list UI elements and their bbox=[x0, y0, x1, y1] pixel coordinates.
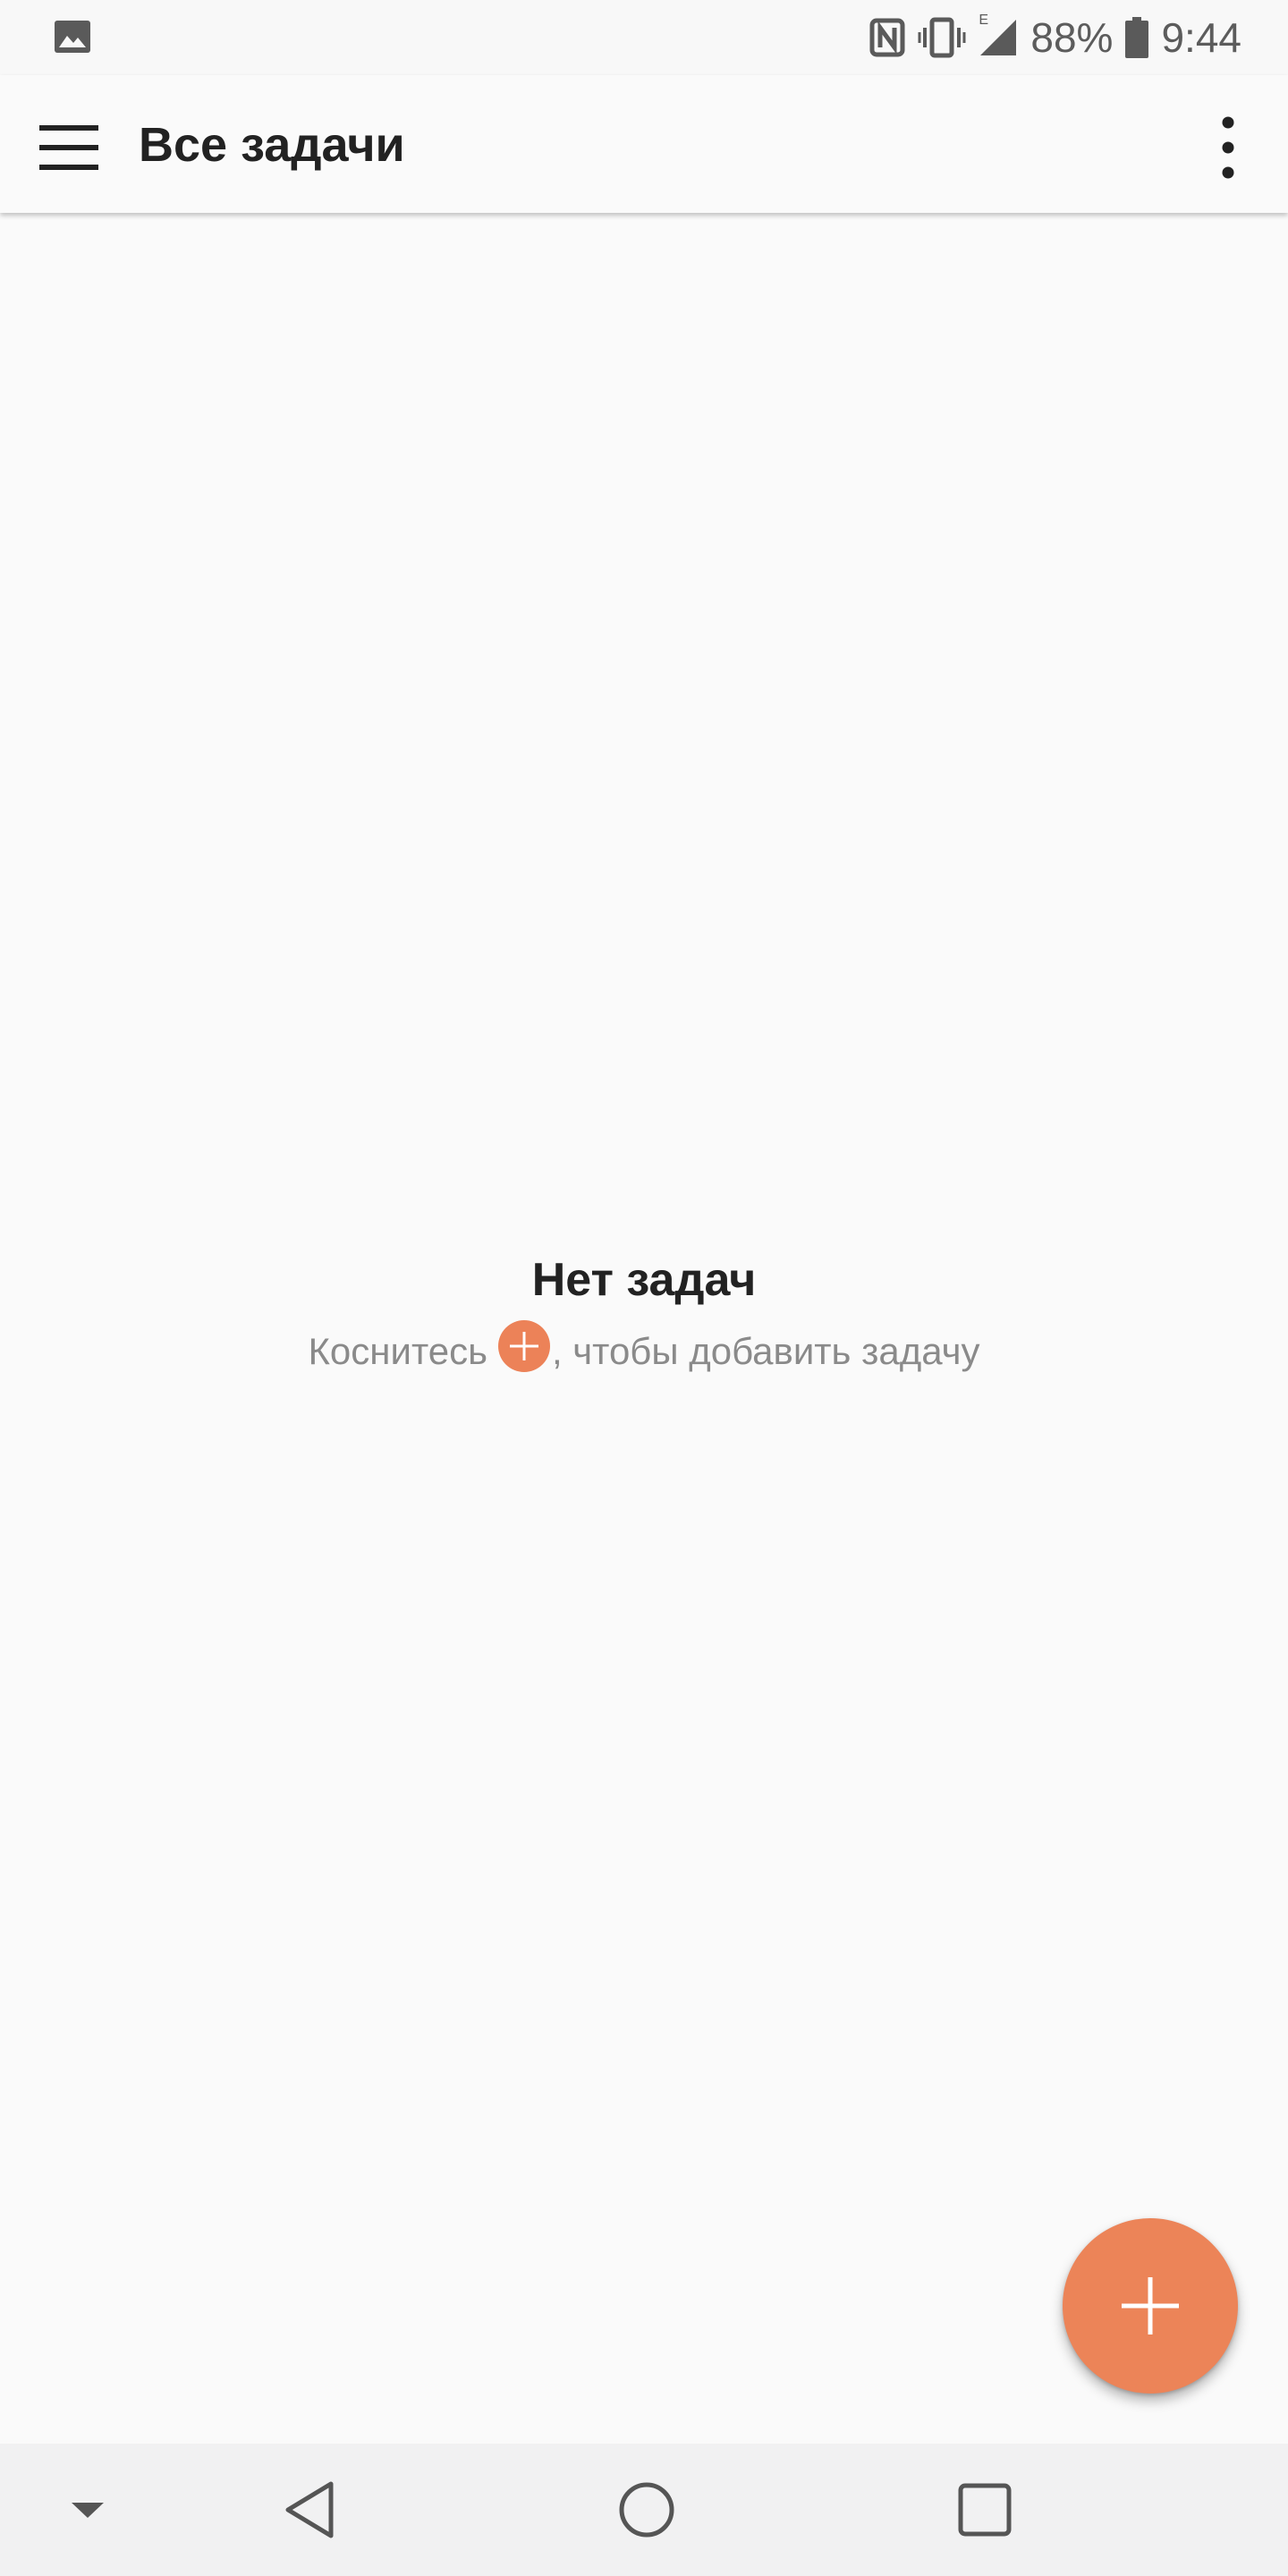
hint-plus-icon bbox=[497, 1320, 550, 1372]
empty-state: Нет задач Коснитесь , чтобы добавить зад… bbox=[0, 1248, 1288, 1378]
empty-state-hint: Коснитесь , чтобы добавить задачу bbox=[0, 1320, 1288, 1378]
recents-icon bbox=[958, 2483, 1012, 2537]
nfc-icon bbox=[869, 18, 905, 57]
home-icon bbox=[619, 2482, 674, 2538]
empty-state-title: Нет задач bbox=[531, 1254, 757, 1306]
network-type-label: E bbox=[979, 13, 989, 28]
toolbar: Все задачи bbox=[0, 75, 1288, 213]
add-task-button[interactable] bbox=[1063, 2218, 1238, 2394]
signal-icon: E bbox=[979, 13, 1018, 57]
status-icons: E 88% 9:44 bbox=[869, 9, 1241, 66]
back-icon bbox=[285, 2481, 334, 2538]
battery-percent: 88% bbox=[1030, 14, 1114, 61]
back-button[interactable] bbox=[265, 2465, 354, 2555]
menu-button[interactable] bbox=[29, 107, 109, 188]
collapse-arrow-icon bbox=[72, 2503, 104, 2518]
navigation-bar bbox=[0, 2444, 1288, 2576]
recents-button[interactable] bbox=[940, 2465, 1030, 2555]
plus-icon bbox=[1122, 2277, 1179, 2334]
collapse-nav-button[interactable] bbox=[43, 2465, 132, 2555]
hamburger-menu-icon bbox=[39, 125, 98, 170]
clock: 9:44 bbox=[1161, 14, 1241, 61]
page-title: Все задачи bbox=[139, 118, 405, 172]
screen: E 88% 9:44 Все задачи Нет задач Коснитес… bbox=[0, 0, 1288, 2576]
overflow-menu-button[interactable] bbox=[1188, 107, 1268, 188]
home-button[interactable] bbox=[602, 2465, 691, 2555]
gallery-notification-icon bbox=[54, 20, 91, 54]
more-vert-icon bbox=[1222, 116, 1234, 179]
status-bar: E 88% 9:44 bbox=[0, 0, 1288, 75]
hint-text-before: Коснитесь bbox=[308, 1330, 487, 1372]
vibrate-icon bbox=[918, 17, 966, 58]
battery-icon bbox=[1125, 17, 1149, 58]
hint-text-after: , чтобы добавить задачу bbox=[551, 1330, 980, 1372]
